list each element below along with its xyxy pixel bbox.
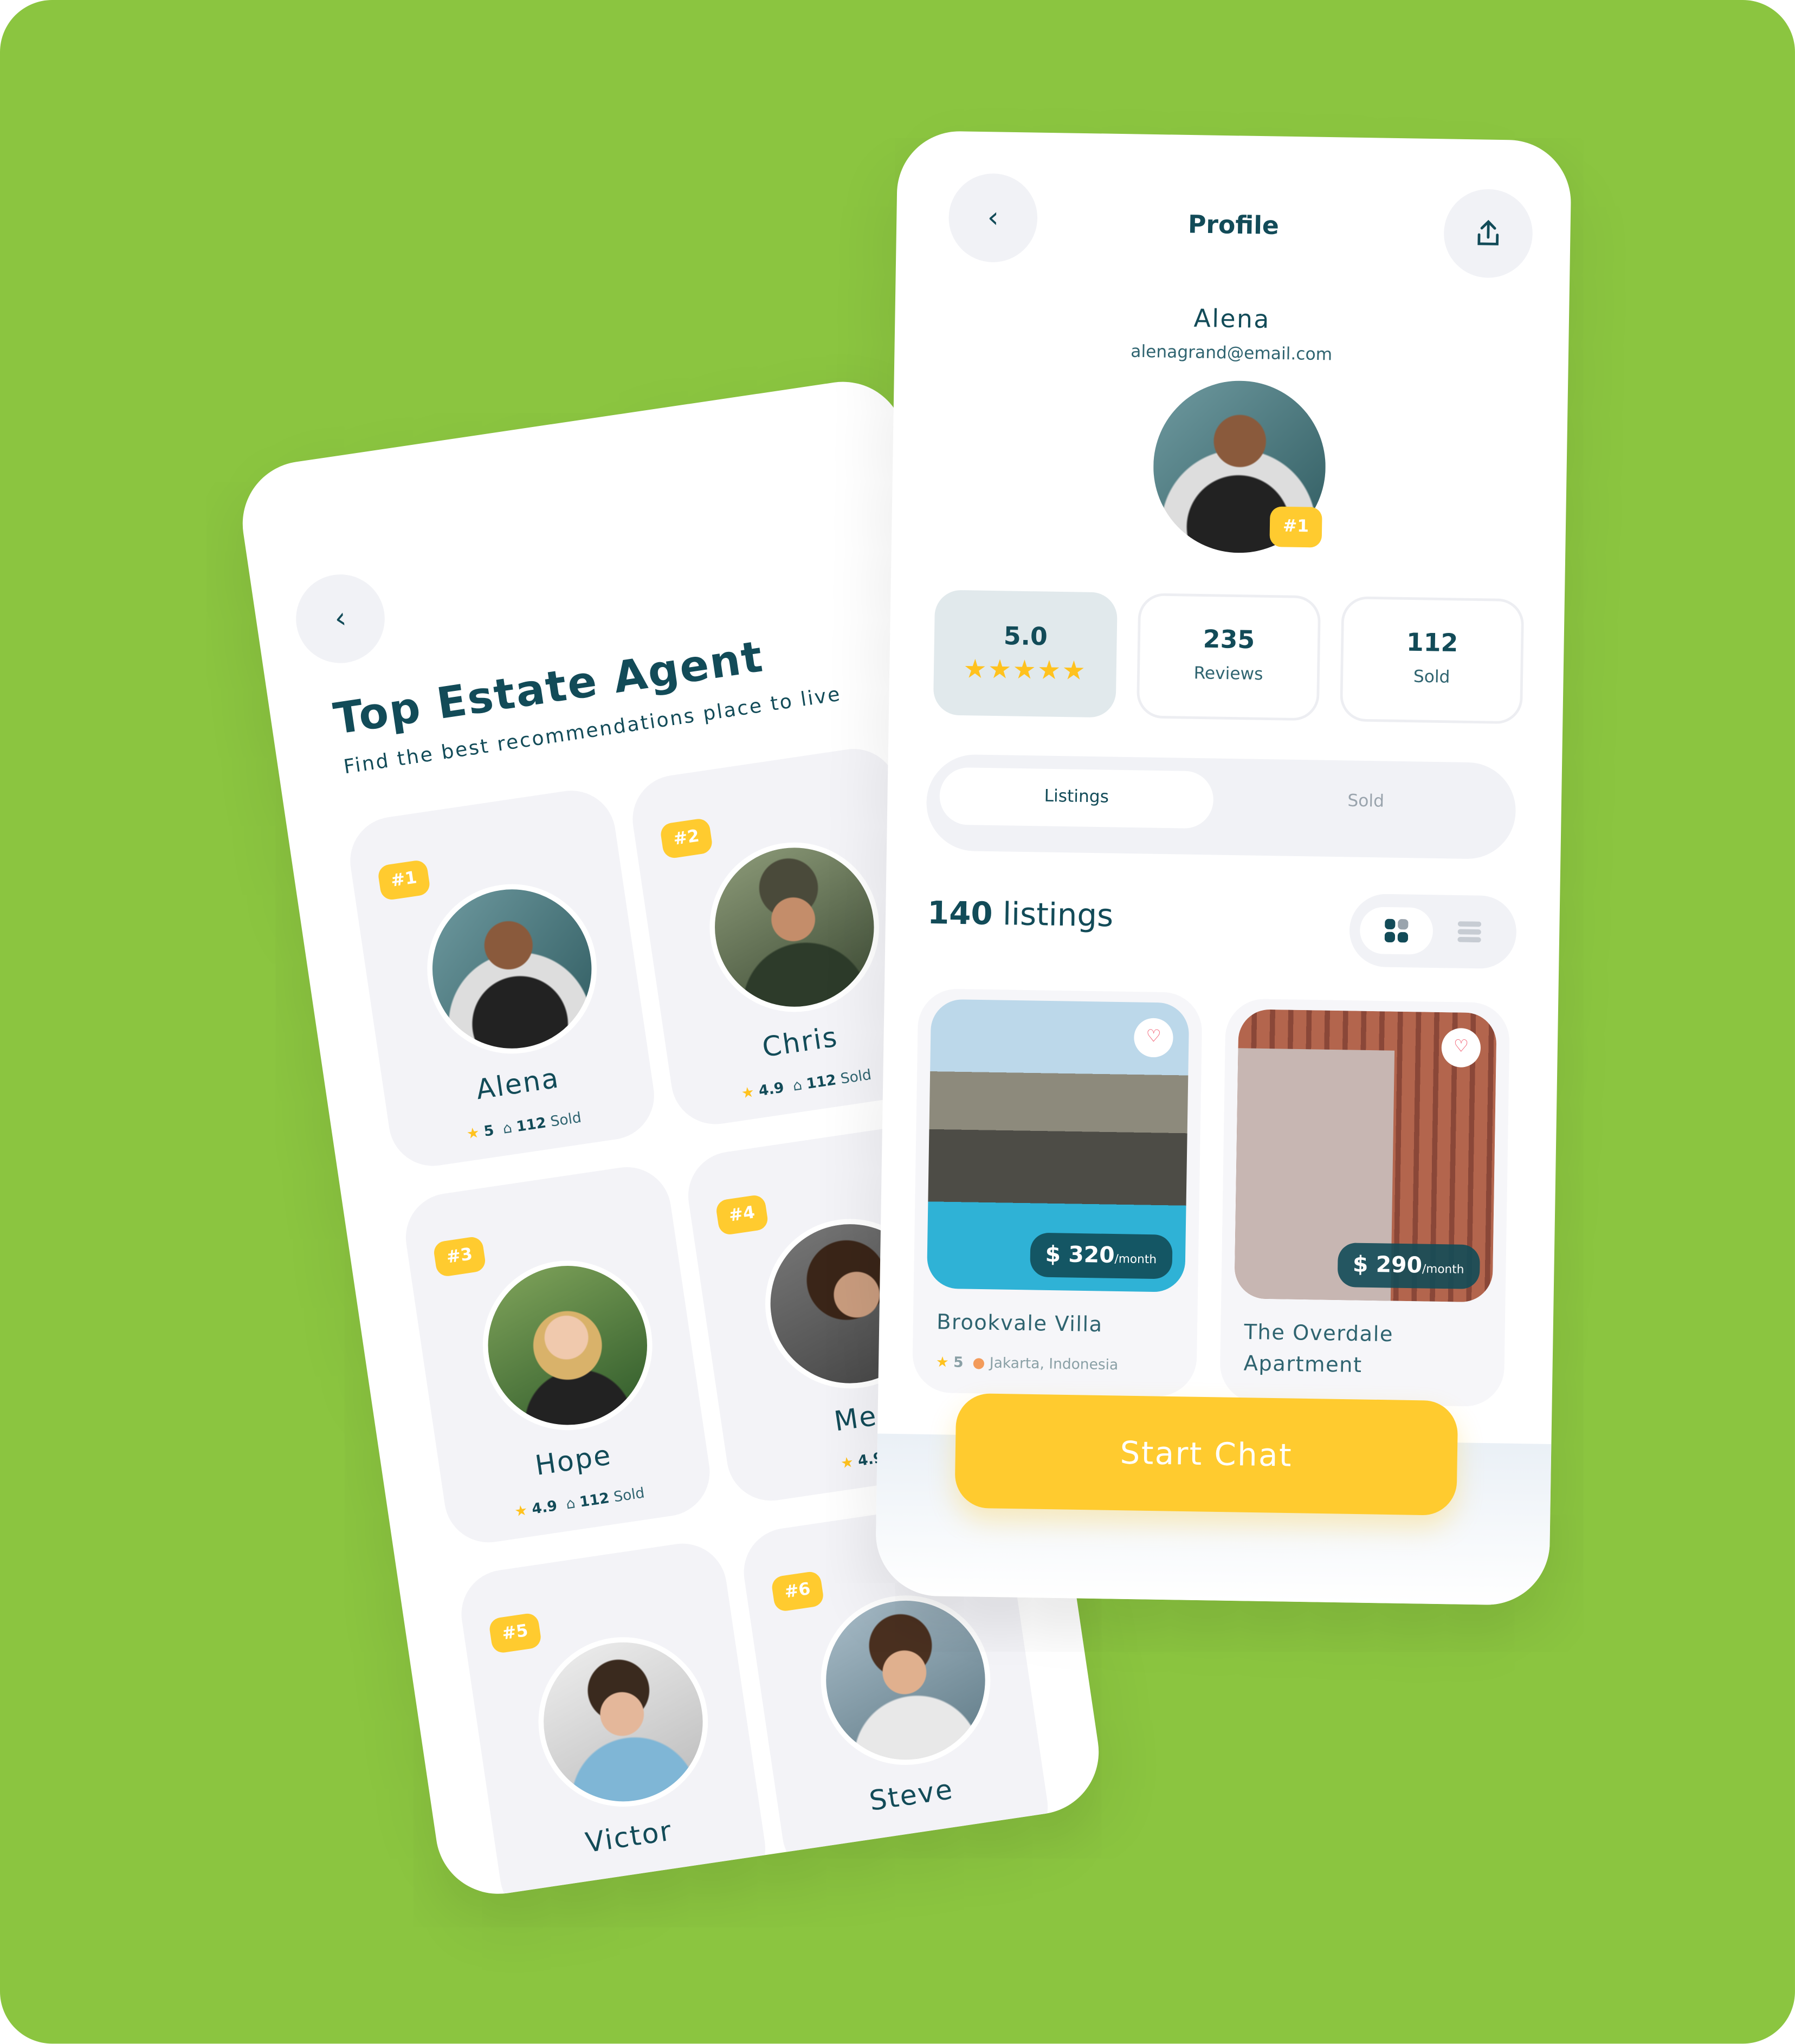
sold-label: Sold bbox=[1413, 668, 1450, 688]
sold-label: Sold bbox=[839, 1066, 873, 1088]
favorite-heart-icon[interactable]: ♡ bbox=[1441, 1027, 1481, 1068]
rank-badge: #2 bbox=[659, 817, 714, 859]
listing-image: ♡ $ 320/month bbox=[926, 999, 1190, 1292]
sold-count: 112 bbox=[805, 1071, 837, 1093]
listing-name: Brookvale Villa bbox=[936, 1309, 1103, 1337]
rank-badge: #1 bbox=[377, 859, 431, 901]
grid-icon bbox=[1384, 918, 1409, 943]
share-icon bbox=[1477, 219, 1499, 245]
grid-view-button[interactable] bbox=[1359, 907, 1434, 955]
list-icon bbox=[1457, 921, 1482, 943]
favorite-heart-icon[interactable]: ♡ bbox=[1133, 1018, 1174, 1058]
avatar bbox=[809, 1584, 1002, 1777]
rank-badge: #5 bbox=[488, 1612, 543, 1654]
agent-card[interactable]: #1 Alena ★ 5 ⌂ 112 Sold bbox=[344, 785, 660, 1172]
start-chat-button[interactable]: Start Chat bbox=[954, 1393, 1458, 1516]
price-value: $ 320 bbox=[1045, 1241, 1115, 1270]
rating-stat: 5.0 ★★★★★ bbox=[933, 590, 1118, 718]
agent-card[interactable]: #5 Victor bbox=[455, 1537, 772, 1903]
price-period: /month bbox=[1422, 1263, 1464, 1277]
view-toggle bbox=[1348, 893, 1517, 969]
price-value: $ 290 bbox=[1352, 1252, 1423, 1279]
house-icon: ⌂ bbox=[501, 1119, 513, 1137]
listing-name: The Overdale Apartment bbox=[1243, 1319, 1394, 1377]
profile-screen: ‹ Profile Alena alenagrand@email.com #1 … bbox=[875, 130, 1572, 1606]
avatar bbox=[527, 1626, 720, 1819]
star-icon: ★ bbox=[740, 1083, 756, 1102]
listing-location: Jakarta, Indonesia bbox=[989, 1354, 1119, 1374]
rank-badge: #6 bbox=[770, 1570, 825, 1613]
tab-bar: Listings Sold bbox=[926, 754, 1516, 860]
rank-badge: #1 bbox=[1269, 506, 1322, 548]
rank-badge: #4 bbox=[715, 1194, 769, 1236]
listings-count: 140 listings bbox=[927, 895, 1114, 934]
listings-number: 140 bbox=[927, 895, 993, 933]
reviews-stat: 235 Reviews bbox=[1136, 593, 1321, 721]
star-icon: ★ bbox=[840, 1453, 855, 1472]
share-button[interactable] bbox=[1443, 188, 1534, 279]
listing-meta: ★ 5 ● Jakarta, Indonesia bbox=[936, 1354, 1119, 1374]
listing-image: ♡ $ 290/month bbox=[1234, 1009, 1497, 1303]
agent-name: Alena bbox=[1193, 304, 1271, 334]
sold-count: 112 bbox=[578, 1489, 611, 1511]
rating-value: 5.0 bbox=[1003, 622, 1048, 652]
rank-badge: #3 bbox=[432, 1236, 487, 1278]
star-icon: ★ bbox=[465, 1124, 481, 1143]
avatar bbox=[471, 1249, 664, 1442]
listing-card[interactable]: ♡ $ 290/month The Overdale Apartment bbox=[1219, 998, 1510, 1407]
avatar bbox=[698, 831, 891, 1024]
house-icon: ⌂ bbox=[791, 1076, 803, 1095]
tab-listings[interactable]: Listings bbox=[939, 767, 1214, 829]
price-period: /month bbox=[1114, 1253, 1157, 1267]
avatar bbox=[416, 872, 609, 1065]
agent-card[interactable]: #3 Hope ★ 4.9 ⌂ 112 Sold bbox=[399, 1161, 716, 1549]
agent-name: Steve bbox=[867, 1774, 956, 1817]
listing-card[interactable]: ♡ $ 320/month Brookvale Villa ★ 5 ● Jaka… bbox=[912, 988, 1203, 1397]
house-icon: ⌂ bbox=[565, 1495, 577, 1513]
star-icon: ★ bbox=[935, 1354, 949, 1371]
listing-price: $ 320/month bbox=[1029, 1232, 1173, 1279]
list-view-button[interactable] bbox=[1432, 908, 1506, 956]
reviews-count: 235 bbox=[1203, 625, 1255, 655]
star-rating-icon: ★★★★★ bbox=[963, 652, 1087, 686]
star-icon: ★ bbox=[513, 1502, 529, 1521]
sold-label: Sold bbox=[549, 1109, 583, 1130]
sold-count: 112 bbox=[515, 1114, 547, 1136]
sold-count: 112 bbox=[1406, 628, 1458, 658]
chevron-left-icon: ‹ bbox=[332, 601, 348, 636]
listing-price: $ 290/month bbox=[1336, 1243, 1481, 1290]
reviews-label: Reviews bbox=[1193, 664, 1263, 685]
location-pin-icon: ● bbox=[972, 1354, 985, 1372]
canvas: ‹ Top Estate Agent Find the best recomme… bbox=[0, 0, 1795, 2044]
rating: 5 bbox=[482, 1122, 495, 1141]
listing-rating: 5 bbox=[953, 1354, 964, 1372]
back-button[interactable]: ‹ bbox=[290, 568, 391, 669]
sold-label: Sold bbox=[612, 1484, 646, 1506]
rating: 4.9 bbox=[531, 1497, 559, 1518]
sold-stat: 112 Sold bbox=[1340, 596, 1525, 725]
agent-name: Victor bbox=[583, 1815, 675, 1859]
listings-label: listings bbox=[1002, 896, 1114, 934]
rating: 4.9 bbox=[757, 1079, 785, 1100]
agent-email: alenagrand@email.com bbox=[1131, 342, 1333, 366]
tab-sold[interactable]: Sold bbox=[1229, 772, 1503, 833]
